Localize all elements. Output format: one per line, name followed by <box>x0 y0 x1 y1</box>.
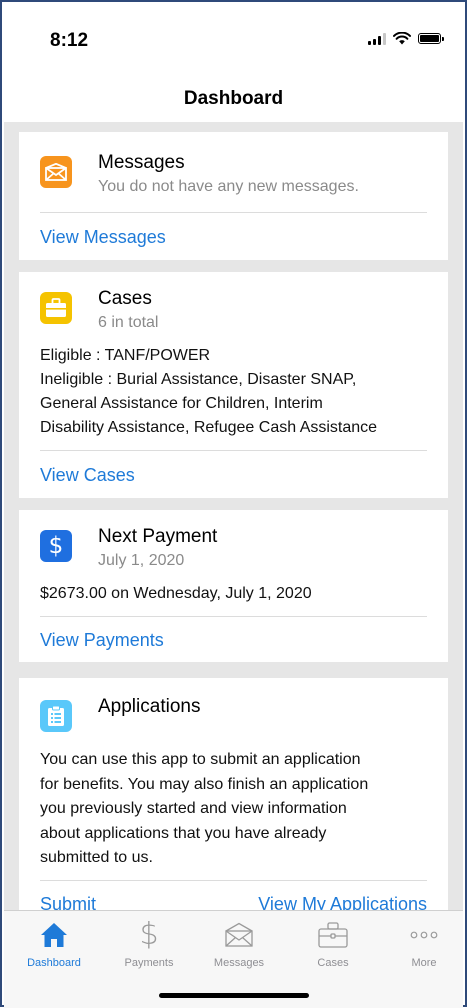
tab-more[interactable]: More <box>384 919 464 969</box>
view-my-applications-link[interactable]: View My Applications <box>258 894 427 910</box>
wifi-icon <box>393 32 411 45</box>
ellipsis-icon <box>410 931 438 939</box>
cases-eligible-line: Eligible : TANF/POWER <box>40 347 211 364</box>
tab-dashboard[interactable]: Dashboard <box>14 919 94 969</box>
tab-label: Dashboard <box>27 957 81 969</box>
submit-application-link[interactable]: Submit <box>40 894 96 910</box>
divider <box>40 616 427 617</box>
envelope-icon <box>40 156 72 188</box>
home-indicator[interactable] <box>158 993 309 998</box>
tab-label: Cases <box>317 957 349 969</box>
applications-card: Applications You can use this app to sub… <box>19 678 448 910</box>
tab-label: Messages <box>213 957 265 969</box>
view-payments-link[interactable]: View Payments <box>40 630 164 651</box>
battery-icon <box>418 33 444 44</box>
divider <box>40 212 427 213</box>
tab-payments[interactable]: $ Payments <box>109 917 189 970</box>
tab-cases[interactable]: Cases <box>293 919 373 969</box>
payment-date: July 1, 2020 <box>98 552 185 569</box>
dashboard-content[interactable]: Messages You do not have any new message… <box>4 122 463 910</box>
cases-card: Cases 6 in total Eligible : TANF/POWER I… <box>19 272 448 498</box>
view-cases-link[interactable]: View Cases <box>40 465 135 486</box>
applications-text-line: You can use this app to submit an applic… <box>40 751 361 768</box>
cases-ineligible-line: Disability Assistance, Refugee Cash Assi… <box>40 419 378 436</box>
messages-card: Messages You do not have any new message… <box>19 132 448 260</box>
status-icons <box>368 32 444 45</box>
clipboard-icon <box>40 700 72 732</box>
status-time: 8:12 <box>50 30 89 51</box>
messages-subtitle: You do not have any new messages. <box>98 178 359 195</box>
tab-bar: Dashboard $ Payments Messages Cases More <box>4 910 463 1008</box>
cases-details: Eligible : TANF/POWER Ineligible : Buria… <box>40 344 430 440</box>
status-bar: 8:12 <box>2 2 465 70</box>
dollar-icon: $ <box>40 530 72 562</box>
messages-title: Messages <box>98 152 185 173</box>
applications-text-line: for benefits. You may also finish an app… <box>40 775 369 793</box>
tab-messages[interactable]: Messages <box>199 919 279 969</box>
applications-text-line: about applications that you have already <box>40 824 327 842</box>
applications-description: You can use this app to submit an applic… <box>40 748 430 871</box>
payment-title: Next Payment <box>98 526 218 547</box>
divider <box>40 450 427 451</box>
signal-icon <box>368 32 386 45</box>
applications-text-line: you previously started and view informat… <box>40 800 347 817</box>
applications-text-line: submitted to us. <box>40 849 153 866</box>
briefcase-icon <box>318 922 348 948</box>
tab-label: Payments <box>124 957 174 969</box>
view-messages-link[interactable]: View Messages <box>40 227 166 248</box>
applications-title: Applications <box>98 696 201 717</box>
cases-title: Cases <box>98 288 152 309</box>
next-payment-card: $ Next Payment July 1, 2020 $2673.00 on … <box>19 510 448 662</box>
dollar-icon: $ <box>139 917 159 952</box>
envelope-icon <box>225 922 253 947</box>
briefcase-icon <box>40 292 72 324</box>
cases-ineligible-line: General Assistance for Children, Interim <box>40 395 323 412</box>
tab-label: More <box>411 957 437 969</box>
page-title: Dashboard <box>183 88 284 109</box>
payment-details: $2673.00 on Wednesday, July 1, 2020 <box>40 585 312 602</box>
home-icon <box>41 923 67 947</box>
phone-frame: 8:12 Dashboard Messages You do not have … <box>0 0 467 1008</box>
cases-subtitle: 6 in total <box>98 314 159 331</box>
navigation-bar: Dashboard <box>2 70 465 122</box>
cases-ineligible-line: Ineligible : Burial Assistance, Disaster… <box>40 371 357 388</box>
divider <box>40 880 427 881</box>
